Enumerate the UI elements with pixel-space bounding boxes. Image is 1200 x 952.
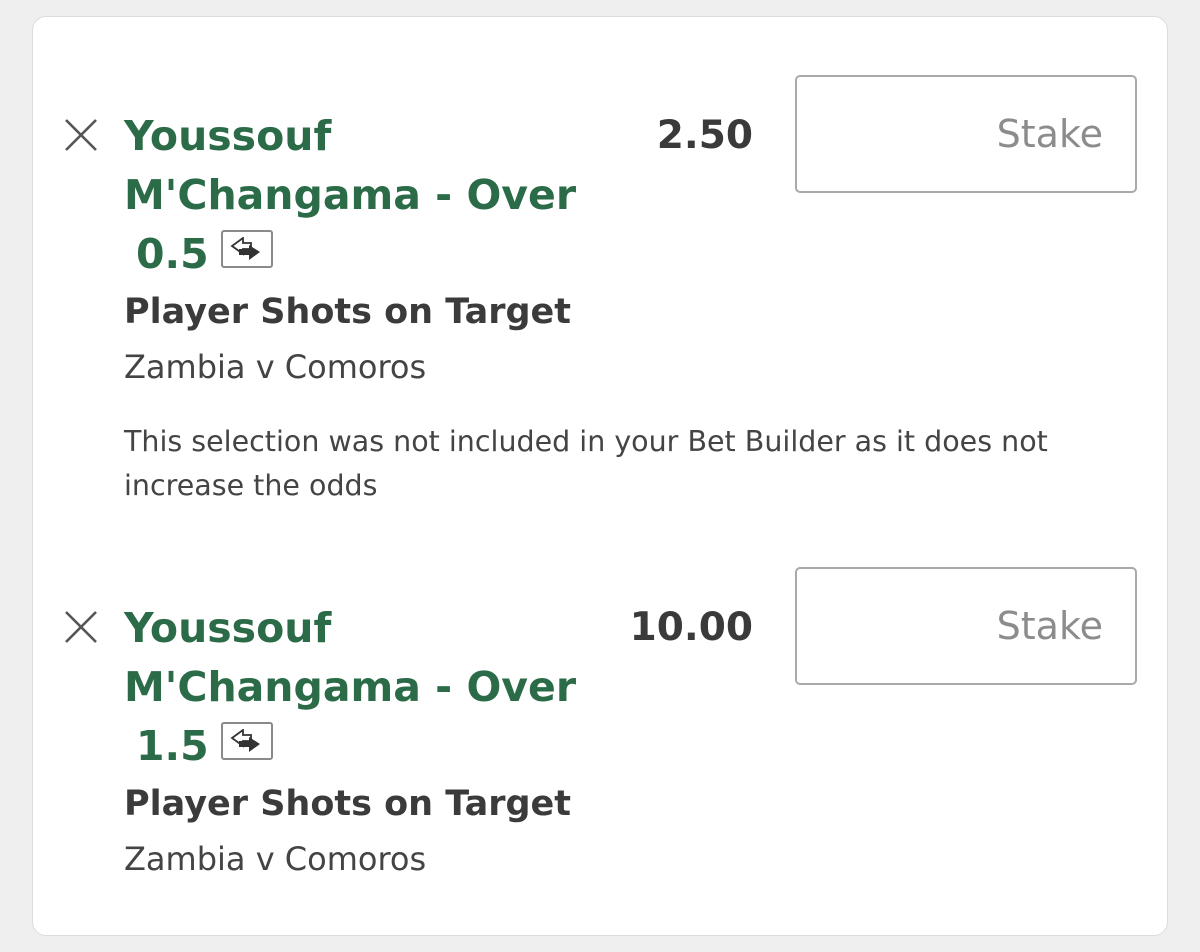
stake-input[interactable] [795,567,1137,685]
odds-value: 10.00 [629,605,753,650]
swap-line-button[interactable] [220,722,273,760]
event-name: Zambia v Comoros [124,348,427,386]
close-icon [65,119,97,151]
swap-arrows-icon [230,729,260,752]
exclusion-note: This selection was not included in your … [124,425,1048,502]
selection-name: Youssouf M'Changama - Over 0.5 [124,107,594,284]
market-name: Player Shots on Target [124,784,572,824]
selection-name-line1: Youssouf [124,604,332,652]
event-name: Zambia v Comoros [124,840,427,878]
odds-value: 2.50 [656,113,753,158]
swap-line-button[interactable] [220,230,273,268]
bet-slip-card: Youssouf M'Changama - Over 0.5 2.50 Play… [32,16,1168,936]
stake-input[interactable] [795,75,1137,193]
swap-arrows-icon [230,237,260,260]
selection-name-line2: M'Changama - Over [124,663,577,711]
selection-name-line1: Youssouf [124,112,332,160]
selection-name-line2: M'Changama - Over [124,171,577,219]
selection-name: Youssouf M'Changama - Over 1.5 [124,599,594,776]
line-value: 1.5 [136,722,209,770]
remove-selection-button[interactable] [61,607,101,647]
close-icon [65,611,97,643]
market-name: Player Shots on Target [124,292,572,332]
remove-selection-button[interactable] [61,115,101,155]
line-value: 0.5 [136,230,209,278]
